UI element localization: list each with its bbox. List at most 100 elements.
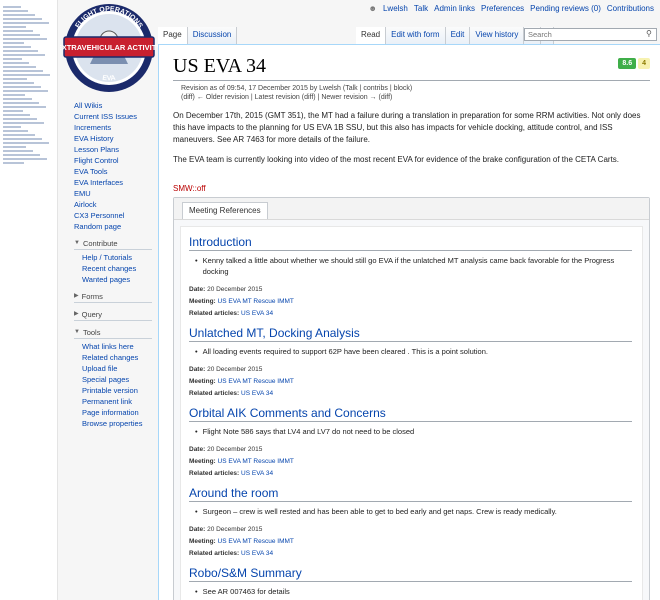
site-logo[interactable]: FLIGHT OPERATIONS EXTRAVEHICULAR ACTIVIT… <box>57 2 161 94</box>
preferences-link[interactable]: Preferences <box>481 4 524 13</box>
revision-line[interactable]: Revision as of 09:54, 17 December 2015 b… <box>181 84 650 93</box>
sidebar-item[interactable]: All Wikis <box>74 100 160 111</box>
sidebar-item[interactable]: Wanted pages <box>74 274 160 285</box>
title-row: US EVA 34 8.6 4 <box>173 55 650 81</box>
sidebar-item[interactable]: Page information <box>74 407 160 418</box>
sidebar-portal-contribute: ▼ Contribute Help / Tutorials Recent chang… <box>74 238 160 285</box>
tab-edit-with-form[interactable]: Edit with form <box>386 27 446 44</box>
sidebar-item[interactable]: Current ISS Issues <box>74 111 160 122</box>
meta-meeting-value[interactable]: US EVA MT Rescue IMMT <box>218 378 294 385</box>
sidebar-item[interactable]: Related changes <box>74 352 160 363</box>
sidebar-item[interactable]: Random page <box>74 221 160 232</box>
meta-related-value[interactable]: US EVA 34 <box>241 310 273 317</box>
admin-links-link[interactable]: Admin links <box>434 4 475 13</box>
thumbnail-line <box>3 58 22 60</box>
meta-date-label: Date: <box>189 366 206 373</box>
sidebar-item[interactable]: Flight Control <box>74 155 160 166</box>
contributions-link[interactable]: Contributions <box>607 4 654 13</box>
thumbnail-line <box>3 98 32 100</box>
meta-meeting-value[interactable]: US EVA MT Rescue IMMT <box>218 298 294 305</box>
thumbnail-line <box>3 102 39 104</box>
meta-meeting: Meeting: US EVA MT Rescue IMMT <box>189 457 632 466</box>
sidebar-item[interactable]: Special pages <box>74 374 160 385</box>
sidebar-item[interactable]: EVA History <box>74 133 160 144</box>
meeting-section: Introduction • Kenny talked a little about… <box>189 235 632 318</box>
meta-date-value: 20 December 2015 <box>207 286 263 293</box>
revision-info: Revision as of 09:54, 17 December 2015 b… <box>181 84 650 102</box>
meta-meeting-value[interactable]: US EVA MT Rescue IMMT <box>218 458 294 465</box>
sidebar-item[interactable]: Permanent link <box>74 396 160 407</box>
meeting-section: Robo/S&M Summary • See AR 007463 for detai… <box>189 566 632 597</box>
meta-related: Related articles: US EVA 34 <box>189 549 632 558</box>
meeting-section: Orbital AIK Comments and Concerns • Flight… <box>189 406 632 478</box>
pending-reviews-link[interactable]: Pending reviews (0) <box>530 4 601 13</box>
main-content: US EVA 34 8.6 4 Revision as of 09:54, 17… <box>158 44 660 600</box>
meta-related: Related articles: US EVA 34 <box>189 309 632 318</box>
tab-page[interactable]: Page <box>158 27 188 44</box>
sidebar-item[interactable]: Upload file <box>74 363 160 374</box>
meeting-references-panel: Meeting References Introduction • Kenny ta… <box>173 197 650 600</box>
meta-related: Related articles: US EVA 34 <box>189 389 632 398</box>
username-link[interactable]: Lwelsh <box>383 4 408 13</box>
portal-header-contribute[interactable]: ▼ Contribute <box>74 238 152 250</box>
collapsed-arrow-icon: ▶ <box>74 293 79 299</box>
revision-nav[interactable]: (diff) ← Older revision | Latest revisio… <box>181 93 650 102</box>
tab-read[interactable]: Read <box>356 27 387 44</box>
search-icon[interactable]: ⚲ <box>646 29 652 38</box>
thumbnail-strip <box>0 0 58 600</box>
sidebar-item[interactable]: Airlock <box>74 199 160 210</box>
sidebar-item[interactable]: Help / Tutorials <box>74 252 160 263</box>
tab-discussion[interactable]: Discussion <box>187 27 238 44</box>
portal-header-forms[interactable]: ▶ Forms <box>74 291 152 303</box>
meta-meeting-value[interactable]: US EVA MT Rescue IMMT <box>218 538 294 545</box>
meta-related-label: Related articles: <box>189 310 240 317</box>
portal-header-tools[interactable]: ▼ Tools <box>74 327 152 339</box>
user-icon: ☻ <box>368 4 377 13</box>
expanded-arrow-icon: ▼ <box>74 240 80 246</box>
thumbnail-line <box>3 114 30 116</box>
meta-related-label: Related articles: <box>189 470 240 477</box>
thumbnail-line <box>3 30 33 32</box>
sidebar-item[interactable]: EVA Interfaces <box>74 177 160 188</box>
sidebar-item[interactable]: CX3 Personnel <box>74 210 160 221</box>
meta-related-value[interactable]: US EVA 34 <box>241 550 273 557</box>
search-input[interactable] <box>524 28 657 41</box>
meta-date-label: Date: <box>189 526 206 533</box>
meta-meeting-label: Meeting: <box>189 538 216 545</box>
logo-bottom-text: EVA <box>102 75 116 83</box>
sidebar-item[interactable]: Recent changes <box>74 263 160 274</box>
meta-related-value[interactable]: US EVA 34 <box>241 470 273 477</box>
meta-meeting-label: Meeting: <box>189 298 216 305</box>
portal-header-query[interactable]: ▶ Query <box>74 309 152 321</box>
talk-link[interactable]: Talk <box>414 4 428 13</box>
thumbnail-line <box>3 94 25 96</box>
meeting-section: Unlatched MT, Docking Analysis • All loadi… <box>189 326 632 398</box>
namespace-tabs: Page Discussion <box>158 27 238 44</box>
tab-view-history[interactable]: View history <box>470 27 525 44</box>
bullet-item: • Flight Note 586 says that LV4 and LV7 d… <box>189 426 632 437</box>
smw-off-link[interactable]: SMW::off <box>173 184 650 193</box>
tab-edit[interactable]: Edit <box>445 27 471 44</box>
sidebar-item[interactable]: Printable version <box>74 385 160 396</box>
tab-meeting-references[interactable]: Meeting References <box>182 202 268 219</box>
sidebar-navigation: All Wikis Current ISS Issues Increments EVA… <box>74 100 160 232</box>
count-badge[interactable]: 4 <box>638 58 650 69</box>
sidebar-portal-tools: ▼ Tools What links here Related changes Upl… <box>74 327 160 429</box>
bullet-text: All loading events required to support 6… <box>202 347 488 356</box>
score-badge[interactable]: 8.6 <box>618 58 637 69</box>
thumbnail-line <box>3 78 27 80</box>
meta-related-value[interactable]: US EVA 34 <box>241 390 273 397</box>
bullet-text: See AR 007463 for details <box>202 587 290 596</box>
sidebar-item[interactable]: Increments <box>74 122 160 133</box>
sidebar-item[interactable]: EVA Tools <box>74 166 160 177</box>
sidebar-item[interactable]: Lesson Plans <box>74 144 160 155</box>
bullet-dot-icon: • <box>195 427 198 436</box>
eva-logo-icon: FLIGHT OPERATIONS EXTRAVEHICULAR ACTIVIT… <box>57 4 161 92</box>
thumbnail-line <box>3 154 40 156</box>
sidebar-item[interactable]: EMU <box>74 188 160 199</box>
sidebar-item[interactable]: Browse properties <box>74 418 160 429</box>
thumbnail-line <box>3 90 48 92</box>
sidebar-item[interactable]: What links here <box>74 341 160 352</box>
page-title: US EVA 34 <box>173 55 266 77</box>
thumbnail-line <box>3 26 26 28</box>
